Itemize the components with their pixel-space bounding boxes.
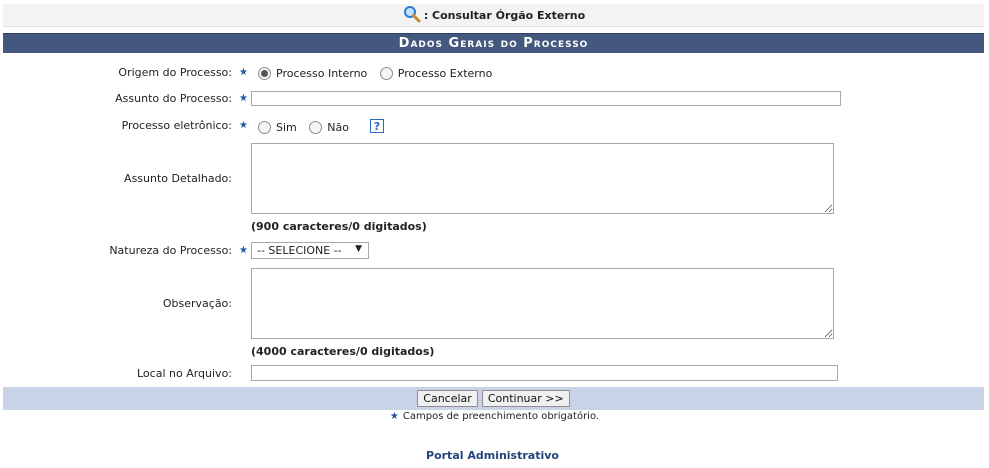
radio-nao-label: Não: [327, 120, 349, 134]
required-note: ★ Campos de preenchimento obrigatório.: [0, 411, 989, 422]
section-header: Dados Gerais do Processo: [3, 33, 984, 53]
observacao-row: Observação:: [3, 268, 984, 340]
required-star-icon: ★: [239, 67, 248, 78]
local-arquivo-input[interactable]: [251, 365, 838, 381]
radio-processo-externo-label: Processo Externo: [397, 66, 493, 80]
magnifier-icon: [403, 6, 421, 23]
local-label: Local no Arquivo:: [136, 367, 232, 380]
eletronico-label: Processo eletrônico:: [121, 119, 232, 132]
natureza-row: Natureza do Processo: ★: [3, 242, 984, 260]
origem-row: Origem do Processo: ★ Processo Interno P…: [3, 65, 984, 83]
portal-link[interactable]: Portal Administrativo: [0, 449, 985, 462]
page-title-bar: : Consultar Órgão Externo: [3, 4, 984, 27]
radio-processo-interno-label: Processo Interno: [276, 66, 368, 80]
required-note-text: Campos de preenchimento obrigatório.: [402, 411, 600, 422]
assunto-label: Assunto do Processo:: [115, 92, 232, 105]
natureza-select[interactable]: -- SELECIONE -- ▼: [251, 242, 369, 259]
required-star-icon: ★: [239, 120, 248, 131]
assunto-detalhado-textarea[interactable]: [251, 143, 834, 214]
eletronico-row: Processo eletrônico: ★ Sim Não ?: [3, 118, 984, 136]
radio-nao[interactable]: [309, 120, 323, 134]
natureza-label: Natureza do Processo:: [109, 244, 232, 257]
cancel-button[interactable]: Cancelar: [417, 390, 478, 407]
origem-label: Origem do Processo:: [118, 66, 232, 79]
observacao-label: Observação:: [162, 297, 232, 310]
detalhado-counter: (900 caracteres/0 digitados): [251, 220, 427, 233]
help-icon[interactable]: ?: [370, 119, 384, 133]
natureza-selected-value: -- SELECIONE --: [257, 244, 342, 257]
radio-processo-interno[interactable]: [258, 66, 271, 80]
detalhado-label: Assunto Detalhado:: [124, 172, 232, 185]
detalhado-row: Assunto Detalhado:: [3, 143, 984, 215]
radio-processo-externo[interactable]: [379, 66, 393, 80]
assunto-input[interactable]: [251, 91, 841, 106]
required-star-icon: ★: [389, 411, 399, 422]
local-row: Local no Arquivo:: [3, 365, 984, 383]
page-title: : Consultar Órgão Externo: [423, 8, 586, 22]
radio-sim[interactable]: [258, 120, 271, 134]
radio-sim-label: Sim: [276, 120, 297, 134]
dropdown-arrow-icon: ▼: [355, 244, 362, 254]
continue-button[interactable]: Continuar >>: [481, 390, 570, 407]
required-star-icon: ★: [239, 245, 248, 256]
observacao-textarea[interactable]: [251, 268, 834, 339]
assunto-row: Assunto do Processo: ★: [3, 90, 984, 108]
required-star-icon: ★: [239, 93, 248, 104]
form-actions: Cancelar Continuar >>: [3, 387, 984, 410]
observacao-counter: (4000 caracteres/0 digitados): [251, 345, 435, 358]
